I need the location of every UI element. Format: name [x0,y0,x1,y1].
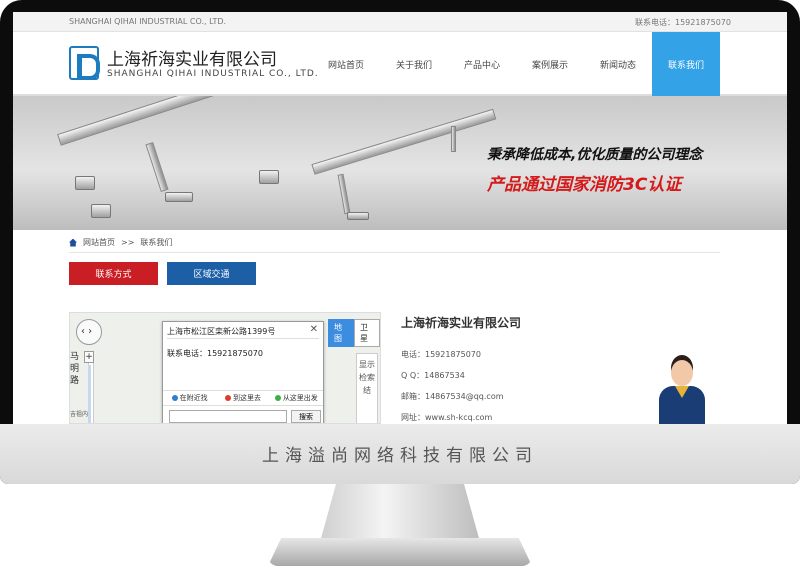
monitor-chin: 上海溢尚网络科技有限公司 [0,424,800,484]
search-icon [171,395,178,401]
nav-cases[interactable]: 案例展示 [516,32,584,96]
tab-nearby[interactable]: 在附近找 [163,393,216,403]
top-bar: SHANGHAI QIHAI INDUSTRIAL CO., LTD. 联系电话… [13,12,787,32]
breadcrumb-current: 联系我们 [140,238,173,247]
breadcrumb-home[interactable]: 网站首页 [83,237,115,248]
nav-products[interactable]: 产品中心 [448,32,516,96]
topbar-company: SHANGHAI QIHAI INDUSTRIAL CO., LTD. [69,17,227,26]
popup-search-button[interactable]: 搜索 [291,410,321,423]
popup-search-input[interactable] [169,410,287,423]
map-road-label: 马明路 [70,352,80,386]
map-pan-control-icon[interactable] [76,319,102,345]
tab-regional-traffic[interactable]: 区域交通 [167,262,256,285]
map-zoom-in-icon[interactable]: + [84,351,94,363]
customer-service-avatar [653,352,711,424]
site-header: 上海祈海实业有限公司 SHANGHAI QIHAI INDUSTRIAL CO.… [13,32,787,96]
contact-email[interactable]: 邮箱：14867534@qq.com [401,391,521,412]
topbar-phone: 联系电话：15921875070 [635,18,731,27]
banner-slogan-1: 秉承降低成本,优化质量的公司理念 [487,147,703,163]
product-rod-image [145,141,169,193]
contact-phone: 电话：15921875070 [401,350,481,359]
pin-icon [224,395,231,401]
map-results-toggle[interactable]: 显示检索结 [356,353,378,423]
tab-contact-info[interactable]: 联系方式 [69,262,158,285]
divider [69,252,720,253]
bracket-image [165,192,193,202]
monitor-caption: 上海溢尚网络科技有限公司 [262,446,538,466]
product-rod-image [451,126,456,152]
popup-search-tabs: 在附近找 到这里去 从这里出发 [163,390,323,406]
contact-company: 上海祈海实业有限公司 [401,316,522,330]
nav-about[interactable]: 关于我们 [380,32,448,96]
map-type-satellite-button[interactable]: 卫星 [354,319,380,347]
tab-go-here[interactable]: 到这里去 [216,393,269,403]
map-zoom-slider[interactable] [88,365,91,423]
contact-tabs: 联系方式 区域交通 [69,262,256,285]
pin-icon [274,395,281,401]
product-rod-image [337,173,351,215]
map-info-popup: 上海市松江区栾新公路1399号 ✕ 联系电话：15921875070 在附近找 … [162,321,324,423]
popup-address: 上海市松江区栾新公路1399号 [167,327,276,336]
map-type-map-button[interactable]: 地图 [328,319,354,347]
popup-divider [167,338,319,339]
hero-banner: 秉承降低成本,优化质量的公司理念 产品通过国家消防3C认证 [13,96,787,230]
nav-contact[interactable]: 联系我们 [652,32,720,96]
nav-home[interactable]: 网站首页 [312,32,380,96]
breadcrumb: 网站首页 >> 联系我们 [69,237,172,248]
baidu-map[interactable]: 马明路 吉祖内 + 地图 卫星 显示检索结 上海市松江区栾新公路1399号 ✕ … [69,312,381,424]
tab-nearby-label: 在附近找 [179,394,208,402]
bracket-image [347,212,369,220]
contact-website[interactable]: 网址：www.sh-kcq.com [401,412,521,424]
breadcrumb-separator: >> [121,238,135,247]
map-type-switch: 地图 卫星 [328,319,380,347]
banner-slogan-2: 产品通过国家消防3C认证 [487,175,682,195]
home-icon [69,238,77,247]
product-actuator-image [57,96,252,146]
popup-phone: 联系电话：15921875070 [167,349,263,358]
bracket-image [259,170,279,184]
tab-start-here[interactable]: 从这里出发 [270,393,323,403]
logo-cn-name[interactable]: 上海祈海实业有限公司 [107,45,277,70]
contact-info: 上海祈海实业有限公司 电话：15921875070 Q Q：14867534 邮… [401,314,521,424]
monitor-stand-base [268,538,532,566]
close-icon[interactable]: ✕ [310,324,318,335]
bracket-image [75,176,95,190]
bracket-image [91,204,111,218]
logo-en-name: SHANGHAI QIHAI INDUSTRIAL CO., LTD. [107,69,319,79]
tab-go-here-label: 到这里去 [232,394,261,402]
contact-qq: Q Q：14867534 [401,371,465,380]
nav-news[interactable]: 新闻动态 [584,32,652,96]
product-actuator-image [311,108,497,175]
monitor-mockup: 上海溢尚网络科技有限公司 SHANGHAI QIHAI INDUSTRIAL C… [0,0,800,580]
monitor-stand-neck [320,484,480,542]
map-place-label: 吉祖内 [70,411,89,418]
logo-icon[interactable] [69,46,100,80]
main-nav: 网站首页 关于我们 产品中心 案例展示 新闻动态 联系我们 [312,32,787,96]
website-screen: SHANGHAI QIHAI INDUSTRIAL CO., LTD. 联系电话… [13,12,787,424]
tab-start-here-label: 从这里出发 [282,394,318,402]
